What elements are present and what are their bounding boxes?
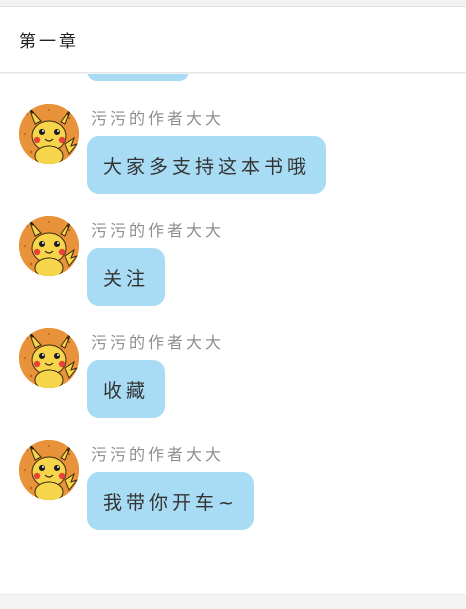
- page-title: 第一章: [19, 32, 79, 52]
- author-name: 污污的作者大大: [91, 221, 225, 240]
- pikachu-avatar-icon[interactable]: [19, 440, 79, 500]
- chat-message: 污污的作者大大 收藏: [0, 328, 466, 424]
- pikachu-avatar-icon[interactable]: [19, 216, 79, 276]
- chat-message: 污污的作者大大 我带你开车~: [0, 440, 466, 536]
- bottom-bar: [0, 594, 466, 609]
- chat-message: 污污的作者大大 大家多支持这本书哦: [0, 104, 466, 200]
- chapter-header: 第一章: [0, 7, 466, 73]
- previous-message-bubble: [87, 74, 189, 81]
- chat-message: 污污的作者大大 关注: [0, 216, 466, 312]
- message-bubble[interactable]: 收藏: [87, 360, 166, 418]
- status-strip: [0, 0, 466, 7]
- message-bubble[interactable]: 我带你开车~: [87, 472, 254, 530]
- message-bubble[interactable]: 关注: [87, 248, 166, 306]
- message-bubble[interactable]: 大家多支持这本书哦: [87, 136, 327, 194]
- author-name: 污污的作者大大: [91, 109, 225, 128]
- author-name: 污污的作者大大: [91, 333, 225, 352]
- author-name: 污污的作者大大: [91, 445, 225, 464]
- pikachu-avatar-icon[interactable]: [19, 104, 79, 164]
- pikachu-avatar-icon[interactable]: [19, 328, 79, 388]
- chat-area[interactable]: 污污的作者大大 大家多支持这本书哦 污污的作者大大 关注 污污的作者大大 收藏 …: [0, 74, 466, 594]
